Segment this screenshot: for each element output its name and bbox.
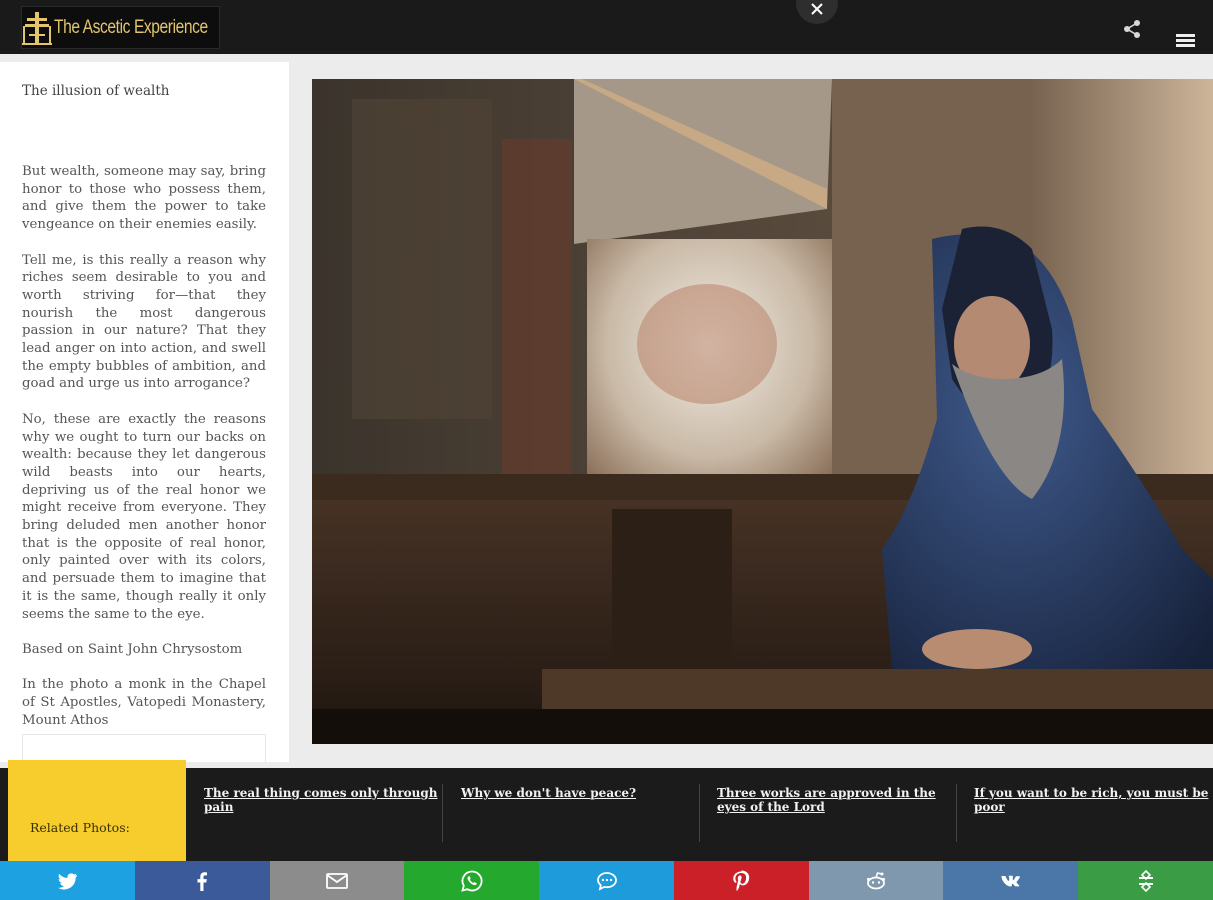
related-photos-bar: Related Photos: The real thing comes onl… [0, 760, 1213, 861]
related-divider [442, 784, 443, 842]
related-link[interactable]: Three works are approved in the eyes of … [717, 786, 957, 814]
top-bar: The Ascetic Experience [0, 0, 1213, 54]
monk-photo-image [312, 79, 1213, 744]
comment-box [22, 734, 266, 762]
sms-icon [596, 871, 617, 891]
more-share-icon [1138, 869, 1153, 892]
pinterest-share-button[interactable] [673, 861, 809, 900]
photo-caption: In the photo a monk in the Chapel of St … [22, 677, 266, 728]
share-bar [0, 861, 1213, 900]
post-paragraph: But wealth, someone may say, bring honor… [22, 164, 266, 233]
related-link[interactable]: Why we don't have peace? [461, 786, 701, 800]
post-body: But wealth, someone may say, bring honor… [22, 163, 266, 747]
twitter-share-button[interactable] [0, 861, 135, 900]
vk-share-button[interactable] [943, 861, 1079, 900]
share-icon [1124, 20, 1140, 38]
twitter-icon [58, 872, 78, 890]
post-source: Based on Saint John Chrysostom [22, 641, 243, 657]
post-title: The illusion of wealth [22, 83, 170, 99]
post-text-panel: The illusion of wealth But wealth, someo… [0, 62, 289, 762]
email-icon [326, 872, 348, 889]
sms-share-button[interactable] [539, 861, 674, 900]
reddit-share-button[interactable] [808, 861, 944, 900]
related-link[interactable]: The real thing comes only through pain [204, 786, 444, 814]
close-icon [811, 3, 823, 15]
reddit-icon [866, 871, 886, 889]
pinterest-icon [733, 870, 750, 891]
close-button[interactable] [796, 0, 838, 24]
whatsapp-share-button[interactable] [404, 861, 540, 900]
cross-logo-icon [22, 7, 52, 48]
facebook-icon [197, 871, 208, 891]
email-share-button[interactable] [269, 861, 405, 900]
related-label-box: Related Photos: [8, 760, 186, 861]
hamburger-icon [1176, 34, 1195, 47]
related-label: Related Photos: [30, 820, 130, 835]
related-divider [956, 784, 957, 842]
site-logo[interactable]: The Ascetic Experience [21, 6, 220, 49]
related-divider [699, 784, 700, 842]
menu-button[interactable] [1174, 30, 1198, 50]
main-photo[interactable] [312, 79, 1213, 744]
whatsapp-icon [460, 870, 483, 892]
facebook-share-button[interactable] [134, 861, 270, 900]
post-paragraph: Tell me, is this really a reason why ric… [22, 252, 266, 392]
more-share-button[interactable] [1078, 861, 1213, 900]
share-button[interactable] [1120, 17, 1144, 41]
related-link[interactable]: If you want to be rich, you must be poor [974, 786, 1213, 814]
logo-text: The Ascetic Experience [54, 16, 208, 38]
post-paragraph: No, these are exactly the reasons why we… [22, 411, 266, 622]
vk-icon [1001, 875, 1020, 886]
